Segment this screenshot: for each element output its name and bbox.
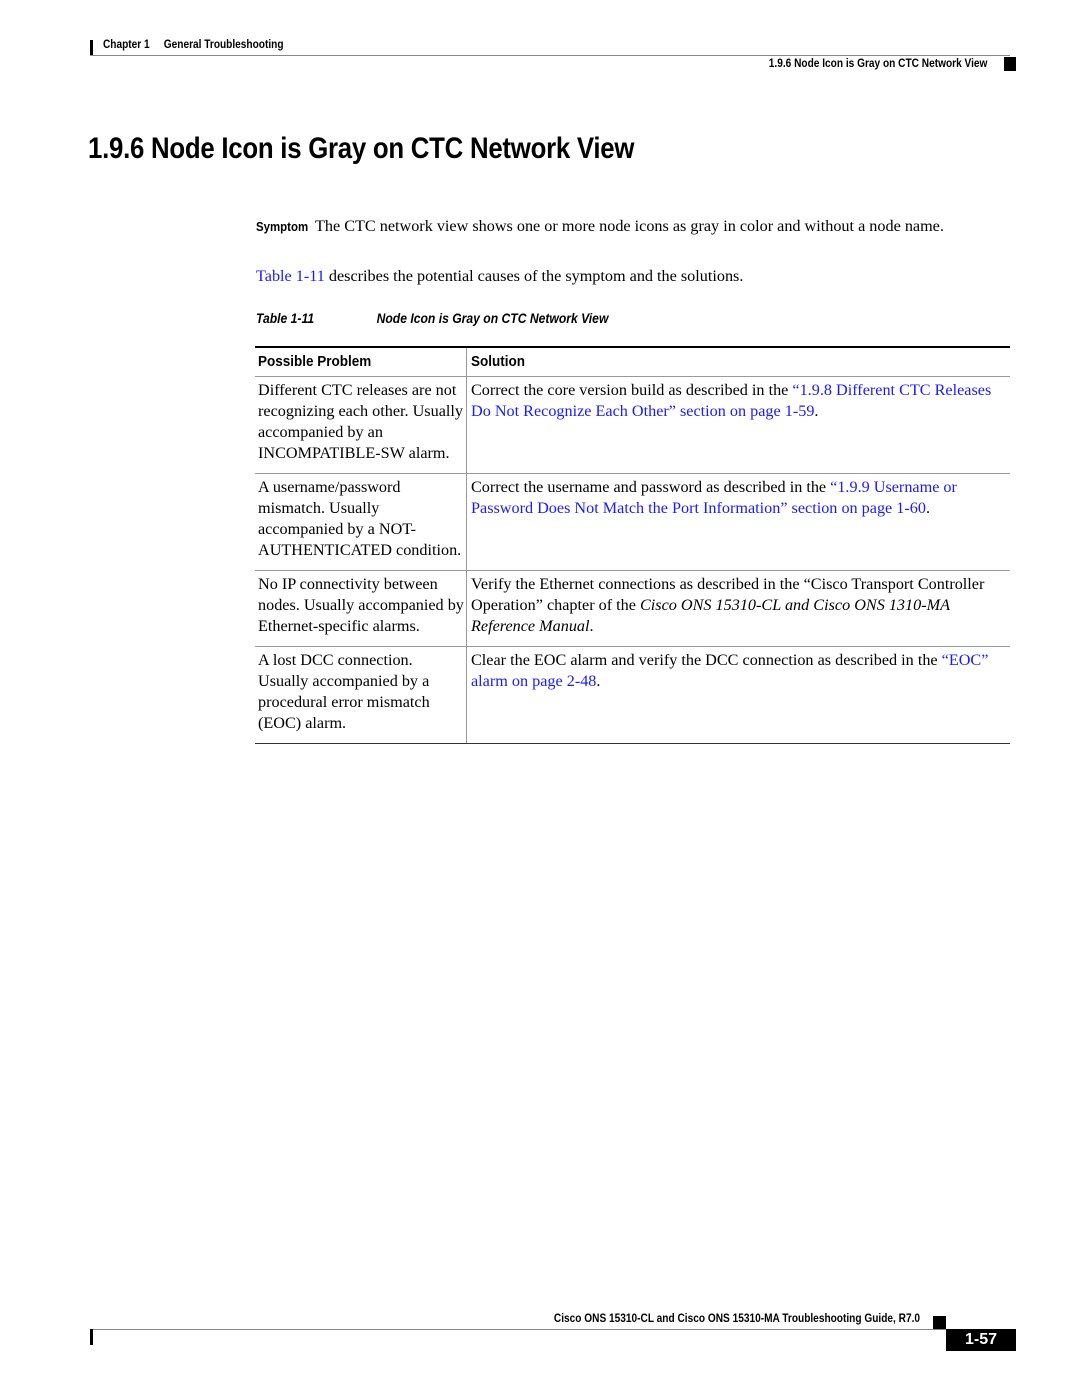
running-header-section: 1.9.6 Node Icon is Gray on CTC Network V…: [768, 58, 987, 70]
running-header-chapter: Chapter 1 General Troubleshooting: [103, 39, 284, 51]
intro-paragraph: Table 1-11 describes the potential cause…: [256, 267, 743, 286]
table-link[interactable]: Table 1-11: [256, 267, 325, 285]
symptom-label: Symptom: [256, 219, 309, 234]
table-row: A lost DCC connection. Usually accompani…: [255, 647, 1010, 744]
solution-cell: Clear the EOC alarm and verify the DCC c…: [471, 651, 989, 690]
header-solution: Solution: [471, 353, 525, 370]
problem-solution-table: Possible Problem Solution Different CTC …: [255, 346, 1010, 744]
solution-cell: Correct the username and password as des…: [471, 478, 957, 517]
footer-bar-marker: [90, 1329, 93, 1345]
solution-cell: Correct the core version build as descri…: [471, 381, 992, 420]
symptom-paragraph: Symptom The CTC network view shows one o…: [256, 216, 1008, 238]
header-box-marker: [1004, 57, 1016, 71]
page-number: 1-57: [946, 1329, 1016, 1351]
table-row: A username/password mismatch. Usually ac…: [255, 474, 1010, 571]
table-caption-title: Node Icon is Gray on CTC Network View: [376, 311, 609, 326]
header-bar-marker: [90, 40, 93, 55]
solution-cell: Verify the Ethernet connections as descr…: [471, 575, 985, 635]
table-caption: Table 1-11 Node Icon is Gray on CTC Netwo…: [256, 311, 608, 326]
footer-rule: [90, 1329, 1014, 1330]
problem-cell: A username/password mismatch. Usually ac…: [255, 474, 467, 570]
problem-cell: A lost DCC connection. Usually accompani…: [255, 647, 467, 743]
problem-cell: Different CTC releases are not recognizi…: [255, 377, 467, 473]
header-rule: [90, 55, 1010, 56]
chapter-label: Chapter 1: [103, 39, 150, 51]
footer-box-marker: [933, 1316, 946, 1329]
problem-cell: No IP connectivity between nodes. Usuall…: [255, 571, 467, 646]
page-title: 1.9.6 Node Icon is Gray on CTC Network V…: [88, 132, 635, 165]
table-row: No IP connectivity between nodes. Usuall…: [255, 571, 1010, 647]
table-header-row: Possible Problem Solution: [255, 348, 1010, 377]
table-caption-number: Table 1-11: [256, 311, 315, 326]
table-row: Different CTC releases are not recognizi…: [255, 377, 1010, 474]
symptom-text: The CTC network view shows one or more n…: [315, 217, 944, 235]
footer-guide-title: Cisco ONS 15310-CL and Cisco ONS 15310-M…: [553, 1313, 920, 1325]
chapter-title: General Troubleshooting: [163, 39, 284, 51]
intro-text: describes the potential causes of the sy…: [324, 267, 744, 285]
header-possible-problem: Possible Problem: [255, 348, 467, 376]
